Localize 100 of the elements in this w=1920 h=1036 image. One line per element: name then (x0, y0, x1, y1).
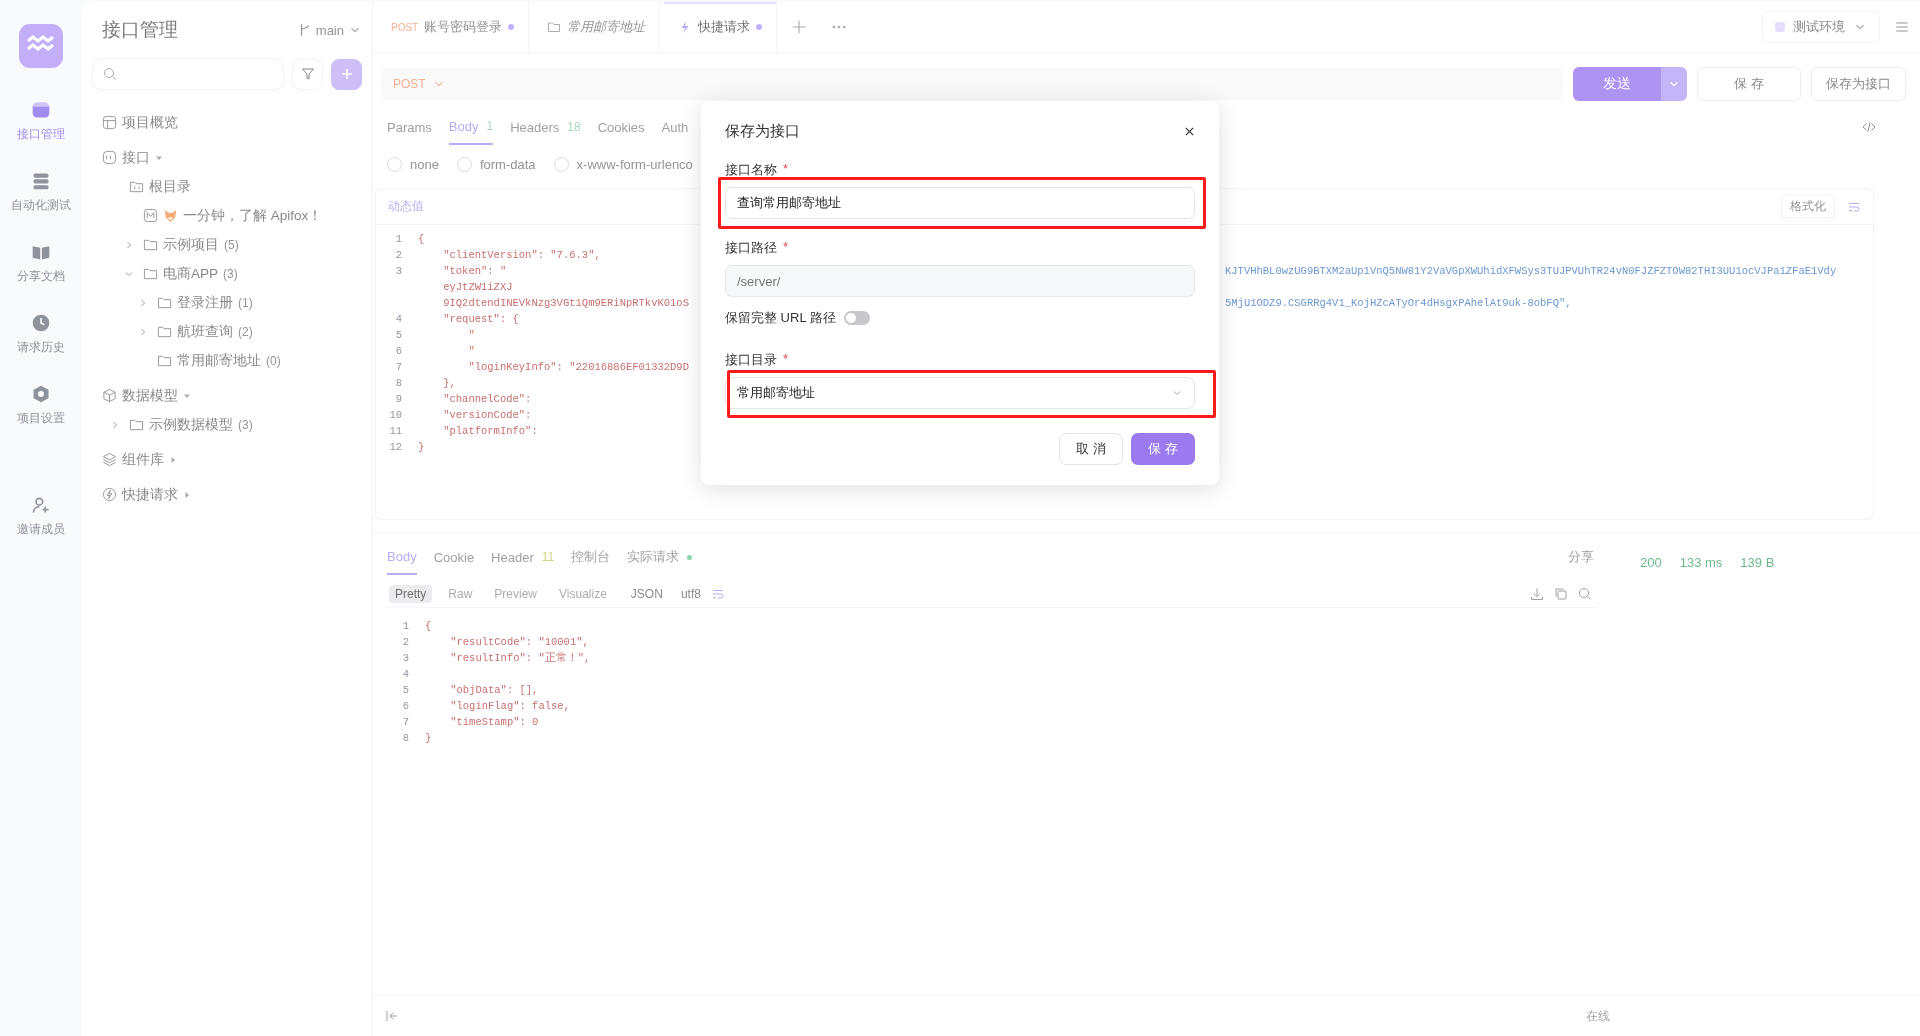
search-field[interactable] (92, 58, 284, 90)
toggle-label: 保留完整 URL 路径 (725, 309, 836, 327)
environment-selector[interactable]: 测试环境 (1762, 11, 1880, 43)
tree-item[interactable]: 示例项目 (163, 235, 219, 254)
response-tab[interactable]: Cookie (433, 540, 475, 574)
body-type-radio[interactable]: form-data (456, 157, 536, 172)
tree-item[interactable]: 常用邮寄地址 (177, 351, 261, 370)
code-line: 5MjU1ODZ9.CSGRRg4V1_KojHZcATyOr4dHsgxPAhelAt9uk-8obFQ", (1225, 297, 1572, 309)
item-count: (3) (223, 266, 238, 281)
encoding-selector[interactable]: utf8 (680, 587, 701, 601)
response-tab[interactable]: Header 11 (491, 540, 555, 574)
tree-item[interactable]: 电商APP (163, 264, 218, 283)
api-icon[interactable] (31, 100, 51, 120)
tree-item[interactable]: 接口 (122, 148, 150, 167)
chevron-icon[interactable] (138, 297, 148, 308)
keep-url-switch[interactable] (843, 311, 870, 325)
param-tab[interactable]: Body 1 (448, 109, 494, 145)
stack-icon[interactable] (31, 171, 51, 191)
filter-icon (300, 67, 315, 81)
code-icon[interactable] (1862, 120, 1876, 134)
line-number: 12 (388, 441, 402, 453)
tree-item[interactable]: 数据模型 (122, 386, 178, 405)
save-as-button[interactable]: 保存为接口 (1811, 67, 1906, 101)
param-tab[interactable]: Auth (661, 110, 689, 144)
tree-item[interactable]: 示例数据模型 (149, 415, 233, 434)
nav-item[interactable]: 分享文档 (17, 242, 65, 285)
clock-icon[interactable] (31, 313, 51, 333)
tree-item[interactable]: 登录注册 (177, 293, 233, 312)
request-tab[interactable]: 常用邮寄地址 (533, 2, 661, 52)
view-mode-tab[interactable]: Visualize (553, 585, 613, 603)
format-selector[interactable]: JSON (630, 587, 663, 601)
view-mode-tab[interactable]: Preview (488, 585, 544, 603)
nav-item[interactable]: 请求历史 (17, 313, 65, 356)
layers-icon (102, 452, 117, 467)
menu-icon[interactable] (1894, 19, 1910, 35)
code-line: "loginFlag": false, (449, 700, 570, 712)
line-number: 10 (388, 409, 402, 421)
tree-item[interactable]: 根目录 (149, 177, 191, 196)
share-button[interactable]: 分享 (1568, 548, 1594, 566)
cancel-button[interactable]: 取 消 (1059, 433, 1123, 465)
tree-item[interactable]: 组件库 (122, 450, 164, 469)
format-button[interactable]: 格式化 (1781, 195, 1835, 218)
body-type-radio[interactable]: none (387, 157, 439, 172)
add-button[interactable] (331, 58, 362, 90)
param-tab[interactable]: Cookies (597, 110, 645, 144)
tree-item[interactable]: 快捷请求 (122, 485, 178, 504)
code-line: "versionCode": (442, 409, 532, 421)
send-button[interactable]: 发送 (1573, 67, 1661, 101)
tree-item[interactable]: 航班查询 (177, 322, 233, 341)
view-mode-tab[interactable]: Pretty (389, 585, 433, 603)
chevron-icon[interactable] (110, 419, 120, 430)
copy-icon[interactable] (1554, 587, 1568, 601)
item-count: (3) (238, 417, 253, 432)
tree-item[interactable]: 项目概览 (122, 113, 178, 132)
folder-icon (547, 20, 562, 34)
view-mode-tab[interactable]: Raw (442, 585, 479, 603)
nav-item[interactable]: 项目设置 (17, 384, 65, 427)
dynamic-value-button[interactable]: 动态值 (388, 198, 424, 215)
folder-icon (129, 179, 144, 194)
branch-selector[interactable]: main (297, 22, 362, 38)
item-count: (0) (266, 353, 281, 368)
url-field[interactable]: POST (381, 68, 1563, 100)
name-field[interactable]: 查询常用邮寄地址 (725, 187, 1195, 219)
body-type-radio[interactable]: x-www-form-urlenco (553, 157, 693, 172)
nav-item[interactable]: 接口管理 (17, 100, 65, 143)
response-tab[interactable]: Body (387, 539, 417, 575)
response-tab[interactable]: 实际请求 (627, 540, 693, 574)
response-tab[interactable]: 控制台 (571, 540, 611, 574)
required-mark: * (783, 239, 789, 256)
nav-item[interactable]: 邀请成员 (17, 495, 65, 538)
chevron-icon[interactable] (124, 239, 134, 250)
line-number: 2 (401, 636, 409, 648)
collapse-icon[interactable] (385, 1009, 399, 1023)
request-tab[interactable]: 快捷请求 (664, 2, 778, 52)
nav-item[interactable]: 自动化测试 (11, 171, 71, 214)
close-icon[interactable] (1184, 125, 1195, 137)
save-button[interactable]: 保 存 (1131, 433, 1195, 465)
save-button[interactable]: 保 存 (1697, 67, 1801, 101)
wrap-icon[interactable] (710, 587, 725, 601)
item-count: (2) (238, 324, 253, 339)
filter-button[interactable] (292, 58, 323, 90)
response-time: 133 ms (1679, 555, 1723, 572)
folder-select[interactable]: 常用邮寄地址 (725, 377, 1195, 409)
settings-icon[interactable] (31, 384, 51, 404)
caret-icon[interactable] (169, 455, 177, 464)
add-user-icon[interactable] (31, 495, 51, 515)
request-tab[interactable]: POST 账号密码登录 (377, 2, 530, 52)
param-tab[interactable]: Headers 18 (510, 110, 581, 144)
caret-icon[interactable] (183, 490, 191, 499)
code-line: "resultCode": "10001", (449, 636, 589, 648)
chevron-icon[interactable] (138, 326, 148, 337)
param-tab[interactable]: Params (387, 110, 432, 144)
panel-title: 接口管理 (102, 18, 179, 42)
code-line: { (418, 233, 425, 245)
send-menu-button[interactable] (1661, 67, 1687, 101)
search-icon[interactable] (1578, 587, 1592, 601)
new-tab-icon[interactable] (791, 19, 808, 35)
download-icon[interactable] (1530, 587, 1544, 601)
field-label: 接口目录 (725, 351, 777, 369)
tree-item[interactable]: 一分钟，了解 Apifox！ (183, 206, 323, 225)
